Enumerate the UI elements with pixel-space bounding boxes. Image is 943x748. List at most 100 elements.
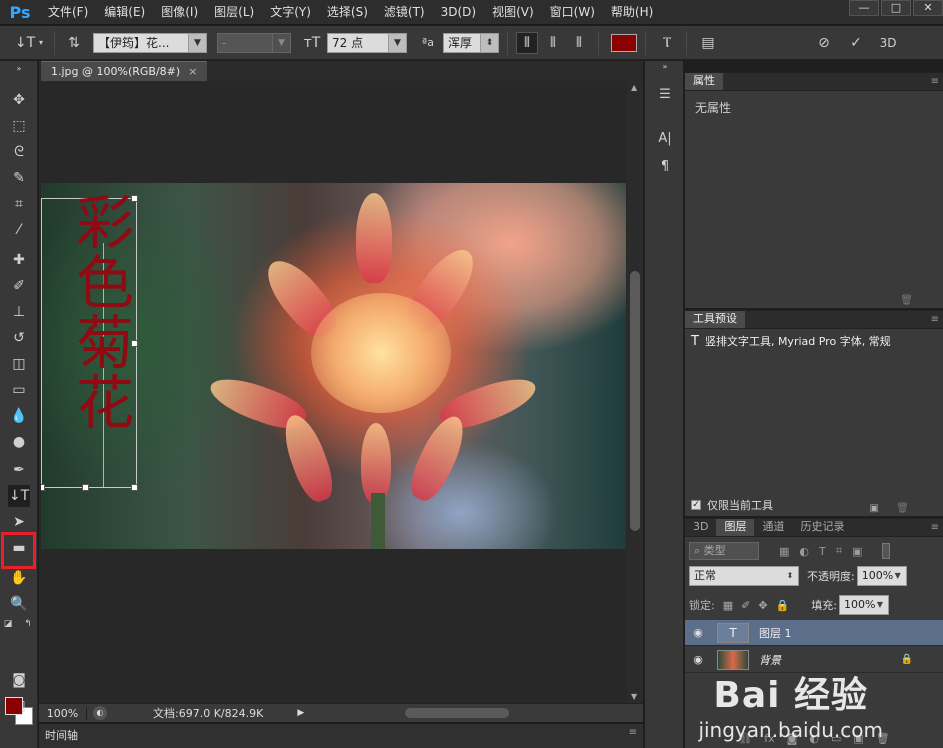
antialias-dropdown[interactable]: 浑厚 ⬍: [443, 32, 499, 53]
vertical-scrollbar[interactable]: ▲ ▼: [627, 81, 643, 703]
eraser-tool-icon[interactable]: ◫: [8, 353, 30, 375]
paragraph-mark-icon[interactable]: ¶: [654, 155, 676, 177]
text-color-swatch[interactable]: [611, 33, 637, 52]
quick-select-tool-icon[interactable]: ✎: [8, 167, 30, 189]
canvas-area[interactable]: 彩 色 菊 花: [39, 81, 627, 703]
menu-file[interactable]: 文件(F): [40, 0, 96, 25]
menu-select[interactable]: 选择(S): [319, 0, 376, 25]
font-size-dropdown[interactable]: 72 点 ▼: [327, 32, 407, 53]
visibility-eye-icon[interactable]: ◉: [685, 653, 711, 666]
lock-all-icon[interactable]: 🔒: [776, 599, 790, 612]
horizontal-scrollbar-thumb[interactable]: [405, 708, 509, 718]
align-bottom-icon[interactable]: ⦀: [568, 32, 590, 54]
fill-input[interactable]: 100% ▼: [838, 595, 889, 615]
blend-mode-dropdown[interactable]: 正常 ⬍: [689, 566, 799, 586]
new-preset-icon[interactable]: ▣: [870, 503, 879, 514]
healing-brush-tool-icon[interactable]: ✚: [8, 249, 30, 271]
menu-layer[interactable]: 图层(L): [206, 0, 262, 25]
checkbox-icon[interactable]: ✓: [691, 500, 701, 510]
document-tab[interactable]: 1.jpg @ 100%(RGB/8#) ×: [41, 61, 208, 81]
brush-tool-icon[interactable]: ✐: [8, 275, 30, 297]
align-top-icon[interactable]: ⦀: [516, 31, 538, 54]
dropdown-arrow-icon[interactable]: ▾: [36, 32, 46, 54]
menu-window[interactable]: 窗口(W): [542, 0, 603, 25]
layer-name[interactable]: 图层 1: [759, 625, 792, 641]
lock-position-icon[interactable]: ✥: [758, 599, 767, 612]
panel-menu-icon[interactable]: ≡: [629, 727, 637, 738]
close-window-button[interactable]: ✕: [913, 0, 943, 16]
menu-3d[interactable]: 3D(D): [433, 0, 484, 25]
tab-channels[interactable]: 通道: [754, 519, 792, 536]
hand-tool-icon[interactable]: ✋: [8, 567, 30, 589]
chrysanthemum-photo[interactable]: 彩 色 菊 花: [41, 183, 626, 549]
cancel-icon[interactable]: ⊘: [813, 32, 835, 54]
status-menu-icon[interactable]: ◐: [93, 706, 107, 720]
menu-help[interactable]: 帮助(H): [603, 0, 661, 25]
maximize-button[interactable]: □: [881, 0, 911, 16]
transform-handle[interactable]: [82, 484, 89, 491]
filter-kind-dropdown[interactable]: ⌕ 类型: [689, 542, 759, 560]
dodge-tool-icon[interactable]: ●: [8, 431, 30, 453]
lock-pixels-icon[interactable]: ✐: [741, 599, 750, 612]
swap-colors-icon[interactable]: ↰: [22, 618, 34, 630]
tab-tool-presets[interactable]: 工具预设: [685, 311, 745, 328]
visibility-eye-icon[interactable]: ◉: [685, 626, 711, 639]
tab-properties[interactable]: 属性: [685, 73, 723, 90]
filter-type-icon[interactable]: T: [819, 545, 826, 558]
menu-view[interactable]: 视图(V): [484, 0, 542, 25]
transform-handle[interactable]: [131, 484, 138, 491]
menu-image[interactable]: 图像(I): [153, 0, 206, 25]
align-center-icon[interactable]: ⦀: [542, 32, 564, 54]
zoom-level[interactable]: 100%: [39, 706, 87, 720]
layer-row[interactable]: ◉ T 图层 1: [685, 620, 943, 646]
vertical-type-tool-icon[interactable]: ↓T: [14, 32, 36, 54]
paragraph-panel-icon[interactable]: ☰: [654, 83, 676, 105]
path-selection-tool-icon[interactable]: ➤: [8, 511, 30, 533]
filter-shape-icon[interactable]: ⌗: [836, 544, 842, 558]
filter-smart-object-icon[interactable]: ▣: [852, 545, 862, 558]
vertical-type-tool-icon[interactable]: ↓T: [8, 485, 30, 507]
gradient-tool-icon[interactable]: ▭: [8, 379, 30, 401]
transform-handle[interactable]: [41, 484, 45, 491]
rectangle-tool-icon[interactable]: ▬: [8, 537, 30, 559]
preset-item[interactable]: T 竖排文字工具, Myriad Pro 字体, 常规: [685, 329, 943, 353]
marquee-tool-icon[interactable]: ⬚: [8, 115, 30, 137]
zoom-tool-icon[interactable]: 🔍: [8, 593, 30, 615]
vertical-text-layer[interactable]: 彩 色 菊 花: [69, 193, 141, 433]
eyedropper-tool-icon[interactable]: ⁄: [8, 219, 30, 241]
lasso-tool-icon[interactable]: ᘓ: [8, 141, 30, 163]
status-arrow-icon[interactable]: ▶: [297, 708, 304, 718]
scroll-up-icon[interactable]: ▲: [631, 83, 637, 92]
warp-text-icon[interactable]: Ⲧ: [656, 32, 678, 54]
pen-tool-icon[interactable]: ✒: [8, 459, 30, 481]
filter-adjustment-icon[interactable]: ◐: [799, 545, 809, 558]
menu-type[interactable]: 文字(Y): [262, 0, 319, 25]
crop-tool-icon[interactable]: ⌗: [8, 193, 30, 215]
filter-pixel-icon[interactable]: ▦: [779, 545, 789, 558]
toggle-text-orientation-icon[interactable]: ⇅: [63, 32, 85, 54]
current-tool-only-checkbox[interactable]: ✓ 仅限当前工具: [691, 497, 773, 513]
menu-filter[interactable]: 滤镜(T): [376, 0, 433, 25]
move-tool-icon[interactable]: ✥: [8, 89, 30, 111]
menu-edit[interactable]: 编辑(E): [96, 0, 153, 25]
lock-transparency-icon[interactable]: ▦: [723, 599, 733, 612]
foreground-color-swatch[interactable]: [5, 697, 23, 715]
panel-menu-icon[interactable]: ≡: [931, 520, 939, 536]
filter-toggle-icon[interactable]: [882, 543, 891, 559]
quick-mask-icon[interactable]: ◙: [8, 669, 30, 691]
minimize-button[interactable]: —: [849, 0, 879, 16]
tab-layers[interactable]: 图层: [716, 519, 755, 536]
tab-3d[interactable]: 3D: [685, 519, 716, 536]
delete-icon[interactable]: 🗑: [896, 503, 909, 514]
tab-history[interactable]: 历史记录: [792, 519, 852, 536]
panel-menu-icon[interactable]: ≡: [931, 74, 939, 90]
commit-check-icon[interactable]: ✓: [845, 32, 867, 54]
opacity-input[interactable]: 100% ▼: [856, 566, 907, 586]
scrollbar-thumb[interactable]: [630, 271, 640, 531]
close-tab-icon[interactable]: ×: [188, 65, 197, 78]
font-style-dropdown[interactable]: - ▼: [217, 32, 291, 53]
scroll-down-icon[interactable]: ▼: [631, 692, 637, 701]
panel-collapse-icon[interactable]: »: [654, 61, 676, 71]
panel-menu-icon[interactable]: ≡: [931, 312, 939, 328]
history-brush-tool-icon[interactable]: ↺: [8, 327, 30, 349]
